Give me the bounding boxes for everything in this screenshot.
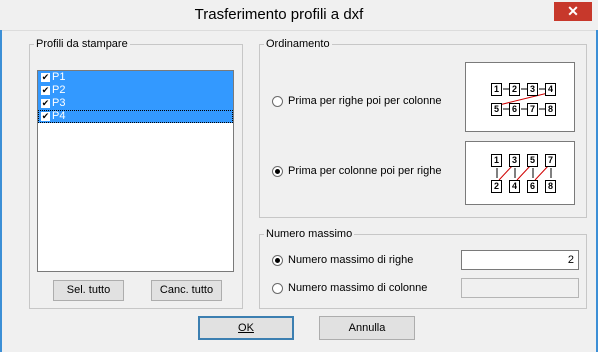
list-item-label: P2 — [52, 84, 66, 96]
ordinamento-righe-radio[interactable] — [272, 96, 283, 107]
list-item[interactable]: ✔ P3 — [38, 97, 233, 110]
ordinamento-legend: Ordinamento — [266, 38, 330, 50]
preview-number: 1 — [491, 154, 502, 167]
righe-arrows-icon — [498, 88, 549, 110]
list-item[interactable]: ✔ P2 — [38, 84, 233, 97]
massimo-colonne-label[interactable]: Numero massimo di colonne — [288, 282, 427, 294]
checkbox-p3[interactable]: ✔ — [41, 99, 50, 108]
preview-number: 6 — [509, 103, 520, 116]
preview-number: 8 — [545, 103, 556, 116]
ok-button[interactable]: OK — [198, 316, 294, 340]
ordinamento-colonne-label[interactable]: Prima per colonne poi per righe — [288, 165, 441, 177]
preview-number: 4 — [545, 83, 556, 96]
preview-number: 7 — [527, 103, 538, 116]
close-button[interactable]: ✕ — [554, 2, 592, 21]
annulla-label: Annulla — [348, 322, 386, 334]
massimo-colonne-input[interactable] — [461, 278, 579, 298]
preview-number: 3 — [527, 83, 538, 96]
ordinamento-righe-label[interactable]: Prima per righe poi per colonne — [288, 95, 441, 107]
checkbox-p1[interactable]: ✔ — [41, 73, 50, 82]
massimo-righe-radio[interactable] — [272, 255, 283, 266]
preview-number: 4 — [509, 180, 520, 193]
colonne-preview-image: 1 3 5 7 2 4 6 8 — [465, 141, 575, 205]
preview-number: 5 — [491, 103, 502, 116]
list-item[interactable]: ✔ P4 — [38, 110, 233, 123]
preview-number: 8 — [545, 180, 556, 193]
sel-tutto-button[interactable]: Sel. tutto — [53, 280, 124, 301]
annulla-button[interactable]: Annulla — [319, 316, 415, 340]
preview-number: 5 — [527, 154, 538, 167]
preview-number: 1 — [491, 83, 502, 96]
ok-label: OK — [238, 322, 254, 334]
massimo-righe-label[interactable]: Numero massimo di righe — [288, 254, 413, 266]
ordinamento-colonne-radio[interactable] — [272, 166, 283, 177]
preview-number: 6 — [527, 180, 538, 193]
profili-listbox[interactable]: ✔ P1 ✔ P2 ✔ P3 ✔ P4 — [37, 70, 234, 272]
radio-dot — [275, 169, 280, 174]
checkbox-p4[interactable]: ✔ — [41, 112, 50, 121]
colonne-arrows-icon — [496, 164, 552, 181]
preview-number: 7 — [545, 154, 556, 167]
massimo-righe-input[interactable]: 2 — [461, 250, 579, 270]
numero-massimo-legend: Numero massimo — [266, 228, 353, 240]
checkbox-p2[interactable]: ✔ — [41, 86, 50, 95]
radio-dot — [275, 258, 280, 263]
title-bar[interactable]: Trasferimento profili a dxf ✕ — [0, 0, 598, 31]
preview-number: 2 — [509, 83, 520, 96]
profili-legend: Profili da stampare — [36, 38, 128, 50]
window-title: Trasferimento profili a dxf — [194, 6, 364, 23]
preview-number: 2 — [491, 180, 502, 193]
list-item[interactable]: ✔ P1 — [38, 71, 233, 84]
canc-tutto-button[interactable]: Canc. tutto — [151, 280, 222, 301]
list-item-label: P1 — [52, 71, 66, 83]
list-item-label: P4 — [52, 110, 66, 122]
righe-preview-image: 1 2 3 4 5 6 7 8 — [465, 62, 575, 132]
preview-number: 3 — [509, 154, 520, 167]
massimo-colonne-radio[interactable] — [272, 283, 283, 294]
list-item-label: P3 — [52, 97, 66, 109]
